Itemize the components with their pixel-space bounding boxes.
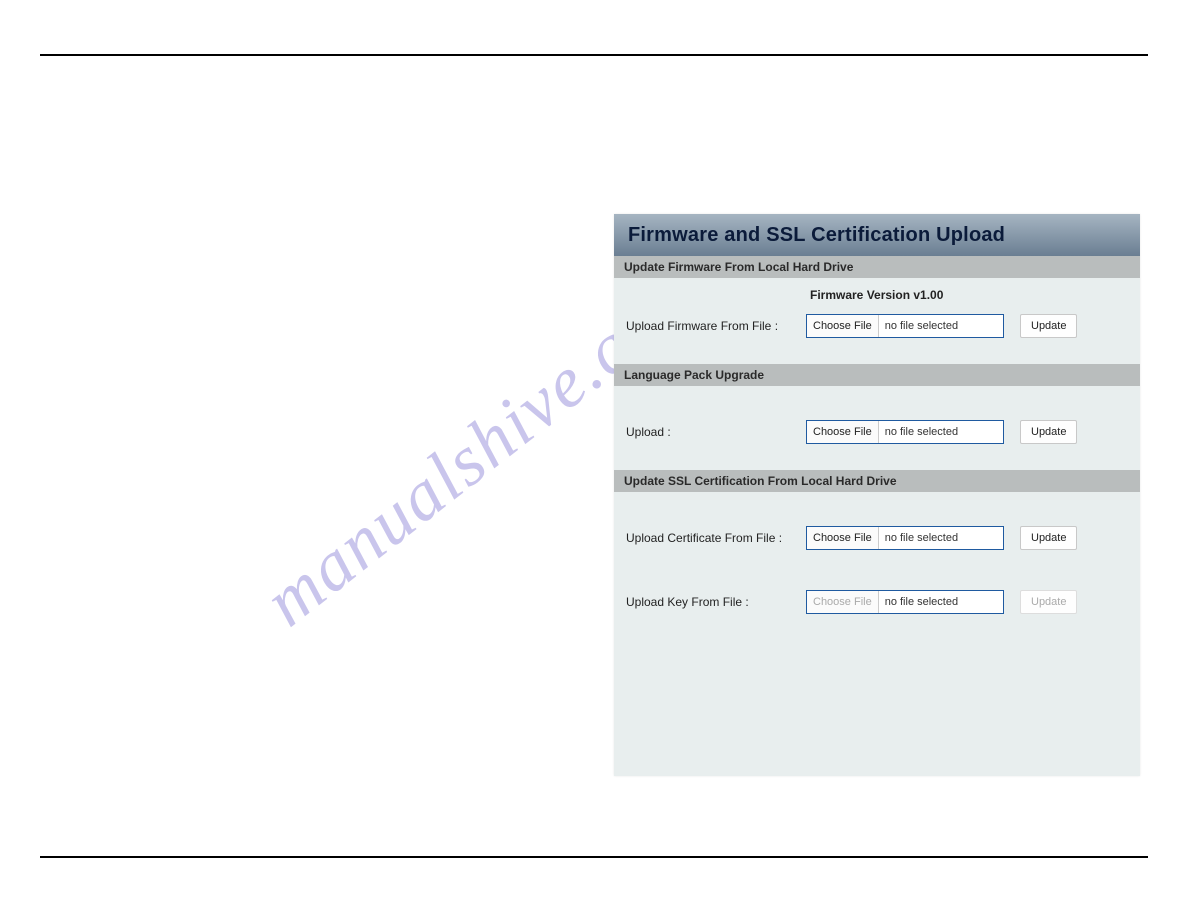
upload-panel: Firmware and SSL Certification Upload Up… xyxy=(614,214,1140,776)
ssl-key-file-text: no file selected xyxy=(879,596,958,608)
section-bar-langpack: Language Pack Upgrade xyxy=(614,364,1140,386)
ssl-key-update-button: Update xyxy=(1020,590,1077,614)
section-bar-ssl: Update SSL Certification From Local Hard… xyxy=(614,470,1140,492)
ssl-cert-row: Upload Certificate From File : Choose Fi… xyxy=(626,526,1128,550)
ssl-key-label: Upload Key From File : xyxy=(626,595,798,609)
section-body-ssl: Upload Certificate From File : Choose Fi… xyxy=(614,492,1140,640)
ssl-cert-file-text: no file selected xyxy=(879,532,958,544)
ssl-cert-update-button[interactable]: Update xyxy=(1020,526,1077,550)
ssl-key-choose-button[interactable]: Choose File xyxy=(807,591,879,613)
firmware-upload-label: Upload Firmware From File : xyxy=(626,319,798,333)
firmware-upload-row: Upload Firmware From File : Choose File … xyxy=(626,314,1128,338)
panel-title: Firmware and SSL Certification Upload xyxy=(614,214,1140,256)
page-rule-bottom xyxy=(40,856,1148,858)
section-body-langpack: Upload : Choose File no file selected Up… xyxy=(614,386,1140,470)
firmware-version: Firmware Version v1.00 xyxy=(626,288,1128,302)
ssl-cert-choose-button[interactable]: Choose File xyxy=(807,527,879,549)
firmware-choose-button[interactable]: Choose File xyxy=(807,315,879,337)
langpack-update-button[interactable]: Update xyxy=(1020,420,1077,444)
ssl-key-row: Upload Key From File : Choose File no fi… xyxy=(626,590,1128,614)
langpack-upload-row: Upload : Choose File no file selected Up… xyxy=(626,420,1128,444)
page-rule-top xyxy=(40,54,1148,56)
firmware-file-input[interactable]: Choose File no file selected xyxy=(806,314,1004,338)
langpack-choose-button[interactable]: Choose File xyxy=(807,421,879,443)
firmware-file-text: no file selected xyxy=(879,320,958,332)
langpack-file-input[interactable]: Choose File no file selected xyxy=(806,420,1004,444)
section-bar-firmware: Update Firmware From Local Hard Drive xyxy=(614,256,1140,278)
langpack-file-text: no file selected xyxy=(879,426,958,438)
firmware-update-button[interactable]: Update xyxy=(1020,314,1077,338)
ssl-cert-label: Upload Certificate From File : xyxy=(626,531,798,545)
section-body-firmware: Firmware Version v1.00 Upload Firmware F… xyxy=(614,278,1140,364)
ssl-key-file-input[interactable]: Choose File no file selected xyxy=(806,590,1004,614)
ssl-cert-file-input[interactable]: Choose File no file selected xyxy=(806,526,1004,550)
langpack-upload-label: Upload : xyxy=(626,425,798,439)
